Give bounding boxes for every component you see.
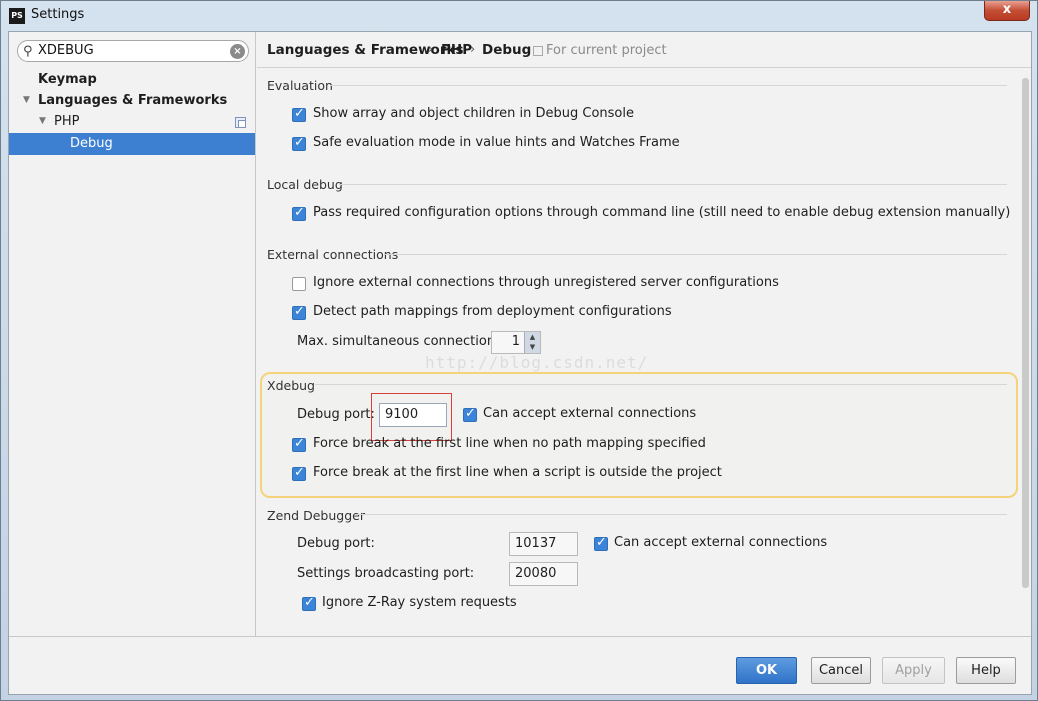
zend-broadcast-input[interactable]: 20080 xyxy=(509,562,578,586)
option-detect-mappings-label: Detect path mappings from deployment con… xyxy=(313,304,672,319)
checkbox-show-array[interactable] xyxy=(292,106,306,122)
section-title-zend: Zend Debugger xyxy=(267,508,365,523)
checkbox-xdebug-accept-external[interactable] xyxy=(463,406,477,422)
checkbox-ignore-zray[interactable] xyxy=(302,595,316,611)
section-divider xyxy=(355,514,1007,515)
for-current-project-label: For current project xyxy=(546,43,667,58)
zend-broadcast-label: Settings broadcasting port: xyxy=(297,566,475,581)
checkbox-pass-config[interactable] xyxy=(292,205,306,221)
window-title: Settings xyxy=(31,7,85,22)
scrollbar-thumb[interactable] xyxy=(1022,78,1029,588)
option-show-array-label: Show array and object children in Debug … xyxy=(313,106,634,121)
copy-icon xyxy=(235,117,246,128)
annotation-red-box xyxy=(371,393,452,441)
sidebar-item-php[interactable]: PHP xyxy=(54,111,79,132)
phpstorm-icon: PS xyxy=(9,8,25,24)
clear-icon[interactable]: × xyxy=(230,44,245,59)
xdebug-accept-external-label: Can accept external connections xyxy=(483,406,697,421)
close-button[interactable]: x xyxy=(984,1,1030,21)
watermark: http://blog.csdn.net/ xyxy=(425,353,649,372)
zend-port-input[interactable]: 10137 xyxy=(509,532,578,556)
settings-window: PS Settings x ⚲ XDEBUG × Keymap ▼ Langua… xyxy=(0,0,1038,701)
search-value: XDEBUG xyxy=(38,43,94,58)
checkbox-force-break-no-mapping[interactable] xyxy=(292,436,306,452)
search-input[interactable]: ⚲ XDEBUG × xyxy=(17,40,249,62)
checkbox-zend-accept-external[interactable] xyxy=(594,535,608,551)
option-pass-config-label: Pass required configuration options thro… xyxy=(313,205,1011,220)
section-title-xdebug: Xdebug xyxy=(267,378,315,393)
tree-selection-highlight xyxy=(9,133,255,155)
expanded-arrow-icon[interactable]: ▼ xyxy=(39,111,46,132)
vertical-scrollbar[interactable] xyxy=(1021,68,1030,636)
checkbox-safe-evaluation[interactable] xyxy=(292,135,306,151)
section-divider xyxy=(330,85,1007,86)
xdebug-port-label: Debug port: xyxy=(297,407,375,422)
section-title-evaluation: Evaluation xyxy=(267,78,333,93)
dialog-button-bar: OK Cancel Apply Help xyxy=(9,636,1031,694)
dialog-body: ⚲ XDEBUG × Keymap ▼ Languages & Framewor… xyxy=(8,31,1032,695)
breadcrumb-php: PHP xyxy=(441,42,473,58)
close-icon: x xyxy=(1002,2,1012,17)
section-title-local-debug: Local debug xyxy=(267,177,343,192)
title-bar[interactable]: PS Settings x xyxy=(1,1,1037,31)
search-icon: ⚲ xyxy=(23,44,33,59)
breadcrumb-languages: Languages & Frameworks xyxy=(267,42,464,58)
zend-port-label: Debug port: xyxy=(297,536,375,551)
breadcrumb-separator: › xyxy=(470,42,476,57)
force-break-no-mapping-label: Force break at the first line when no pa… xyxy=(313,436,706,451)
section-divider xyxy=(384,254,1007,255)
project-icon xyxy=(533,46,543,56)
sidebar-item-languages-frameworks[interactable]: Languages & Frameworks xyxy=(38,90,227,111)
help-button[interactable]: Help xyxy=(956,657,1016,684)
breadcrumb-separator: › xyxy=(428,42,434,57)
spinner-arrows-icon[interactable]: ▲ ▼ xyxy=(524,332,540,353)
checkbox-detect-mappings[interactable] xyxy=(292,304,306,320)
apply-button[interactable]: Apply xyxy=(882,657,945,684)
breadcrumb-debug: Debug xyxy=(482,42,532,58)
max-connections-label: Max. simultaneous connections: xyxy=(297,334,507,349)
section-title-external: External connections xyxy=(267,247,399,262)
sidebar-item-debug[interactable]: Debug xyxy=(70,133,113,154)
breadcrumb: Languages & Frameworks › PHP › Debug For… xyxy=(257,32,1031,68)
settings-sidebar: ⚲ XDEBUG × Keymap ▼ Languages & Framewor… xyxy=(9,32,256,636)
option-ignore-external-label: Ignore external connections through unre… xyxy=(313,275,779,290)
checkbox-force-break-outside[interactable] xyxy=(292,465,306,481)
cancel-button[interactable]: Cancel xyxy=(811,657,871,684)
checkbox-ignore-external[interactable] xyxy=(292,277,306,291)
section-divider xyxy=(315,384,1007,385)
option-safe-evaluation-label: Safe evaluation mode in value hints and … xyxy=(313,135,680,150)
max-connections-spinner[interactable]: 1 ▲ ▼ xyxy=(491,331,541,354)
max-connections-value: 1 xyxy=(511,334,520,349)
settings-content: Languages & Frameworks › PHP › Debug For… xyxy=(257,32,1031,636)
force-break-outside-label: Force break at the first line when a scr… xyxy=(313,465,722,480)
expanded-arrow-icon[interactable]: ▼ xyxy=(23,90,30,111)
section-divider xyxy=(339,184,1007,185)
ignore-zray-label: Ignore Z-Ray system requests xyxy=(322,595,517,610)
ok-button[interactable]: OK xyxy=(736,657,797,684)
zend-accept-external-label: Can accept external connections xyxy=(614,535,828,550)
sidebar-item-keymap[interactable]: Keymap xyxy=(38,69,97,90)
